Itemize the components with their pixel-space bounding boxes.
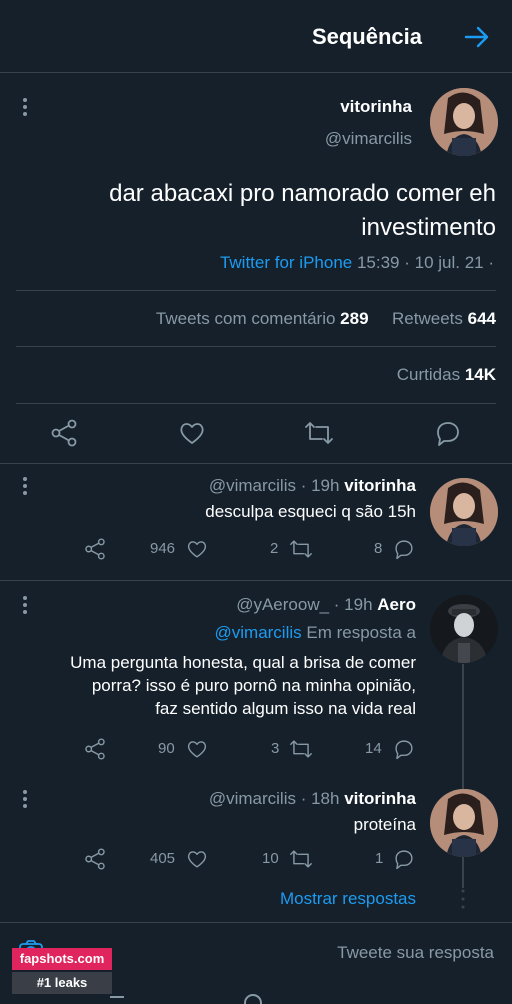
avatar[interactable] <box>430 789 498 857</box>
reply-text-line: faz sentido algum isso na vida real <box>155 699 416 718</box>
quotes-label[interactable]: Tweets com comentário <box>156 309 336 328</box>
quotes-count[interactable]: 289 <box>340 309 368 328</box>
retweet-count: 3 <box>271 740 280 757</box>
reply-header: @vimarcilis · 19h vitorinha <box>209 476 416 496</box>
tweet-text-line: dar abacaxi pro namorado comer eh <box>109 180 496 207</box>
reply-meta: @yAeroow_ · 19h <box>236 595 373 614</box>
author-name[interactable]: vitorinha <box>340 97 412 117</box>
share-icon[interactable] <box>50 419 78 447</box>
retweet-icon[interactable] <box>289 848 313 870</box>
watermark: fapshots.com #1 leaks <box>12 948 112 994</box>
compose-input[interactable]: Tweete sua resposta <box>337 943 494 963</box>
reply-count: 1 <box>375 850 384 867</box>
reply-tweet[interactable]: @yAeroow_ · 19h Aero @vimarcilis Em resp… <box>0 581 512 781</box>
retweets-label[interactable]: Retweets <box>392 309 463 328</box>
bottom-nav-hint <box>0 994 512 1004</box>
reply-icon[interactable] <box>393 738 415 760</box>
page-title: Sequência <box>311 24 422 49</box>
retweet-stats: Tweets com comentário 289 Retweets 644 <box>156 309 496 329</box>
like-count: 946 <box>150 540 176 557</box>
more-options-icon[interactable] <box>21 595 29 615</box>
avatar[interactable] <box>430 595 498 663</box>
avatar[interactable] <box>430 88 498 156</box>
reply-to-handle[interactable]: @vimarcilis <box>215 623 302 642</box>
reply-meta: @vimarcilis · 19h <box>208 476 340 495</box>
avatar[interactable] <box>430 478 498 546</box>
reply-to-prefix: Em resposta a <box>306 623 416 642</box>
likes-label[interactable]: Curtidas <box>397 365 460 384</box>
tweet-text: dar abacaxi pro namorado comer eh invest… <box>26 177 496 245</box>
arrow-right-icon[interactable] <box>462 24 492 50</box>
like-icon[interactable] <box>186 848 208 870</box>
divider <box>16 346 496 347</box>
thread-dots <box>461 888 465 910</box>
like-icon[interactable] <box>186 738 208 760</box>
more-options-icon[interactable] <box>21 476 29 496</box>
reply-header: @vimarcilis · 18h vitorinha <box>209 789 416 809</box>
nav-home-icon[interactable] <box>110 996 124 1004</box>
reply-text: Uma pergunta honesta, qual a brisa de co… <box>70 651 416 720</box>
likes-stats: Curtidas 14K <box>397 365 496 385</box>
retweet-icon[interactable] <box>304 419 334 447</box>
main-tweet: vitorinha @vimarcilis dar abacaxi pro na… <box>0 73 512 463</box>
reply-tweet[interactable]: @vimarcilis · 18h vitorinha proteína 405… <box>0 777 512 887</box>
divider <box>16 290 496 291</box>
reply-tweet[interactable]: @vimarcilis · 19h vitorinha desculpa esq… <box>0 464 512 579</box>
like-icon[interactable] <box>178 419 206 447</box>
reply-text: proteína <box>353 815 416 834</box>
tweet-source[interactable]: Twitter for iPhone <box>220 253 352 272</box>
reply-text-line: Uma pergunta honesta, qual a brisa de co… <box>70 653 416 672</box>
reply-meta: @vimarcilis · 18h <box>208 789 340 808</box>
reply-count: 14 <box>365 740 382 757</box>
tweet-meta: Twitter for iPhone 15:39 · 10 jul. 21 · <box>220 253 494 273</box>
like-icon[interactable] <box>186 538 208 560</box>
retweets-count[interactable]: 644 <box>468 309 496 328</box>
retweet-icon[interactable] <box>289 738 313 760</box>
reply-icon[interactable] <box>393 538 415 560</box>
nav-search-icon[interactable] <box>244 994 262 1004</box>
retweet-count: 10 <box>262 850 279 867</box>
header: Sequência <box>0 0 512 72</box>
tweet-text-line: investimento <box>361 214 496 241</box>
reply-header: @yAeroow_ · 19h Aero <box>236 595 416 615</box>
divider <box>16 403 496 404</box>
reply-author-name[interactable]: vitorinha <box>344 476 416 495</box>
like-count: 405 <box>150 850 176 867</box>
retweet-count: 2 <box>270 540 279 557</box>
share-icon[interactable] <box>84 738 106 760</box>
share-icon[interactable] <box>84 848 106 870</box>
tweet-time: 15:39 · 10 jul. 21 · <box>356 253 494 272</box>
reply-icon[interactable] <box>434 419 462 447</box>
reply-count: 8 <box>374 540 383 557</box>
show-replies-link[interactable]: Mostrar respostas <box>280 889 416 909</box>
reply-icon[interactable] <box>393 848 415 870</box>
more-options-icon[interactable] <box>21 97 29 117</box>
retweet-icon[interactable] <box>289 538 313 560</box>
likes-count[interactable]: 14K <box>465 365 496 384</box>
reply-to: @vimarcilis Em resposta a <box>215 623 417 643</box>
watermark-tagline: #1 leaks <box>12 972 112 994</box>
watermark-site: fapshots.com <box>12 948 112 970</box>
share-icon[interactable] <box>84 538 106 560</box>
reply-text-line: porra? isso é puro pornô na minha opiniã… <box>91 676 416 695</box>
like-count: 90 <box>158 740 175 757</box>
author-handle[interactable]: @vimarcilis <box>325 129 412 149</box>
more-options-icon[interactable] <box>21 789 29 809</box>
reply-author-name[interactable]: Aero <box>377 595 416 614</box>
reply-author-name[interactable]: vitorinha <box>344 789 416 808</box>
reply-text: desculpa esqueci q são 15h <box>205 502 416 521</box>
